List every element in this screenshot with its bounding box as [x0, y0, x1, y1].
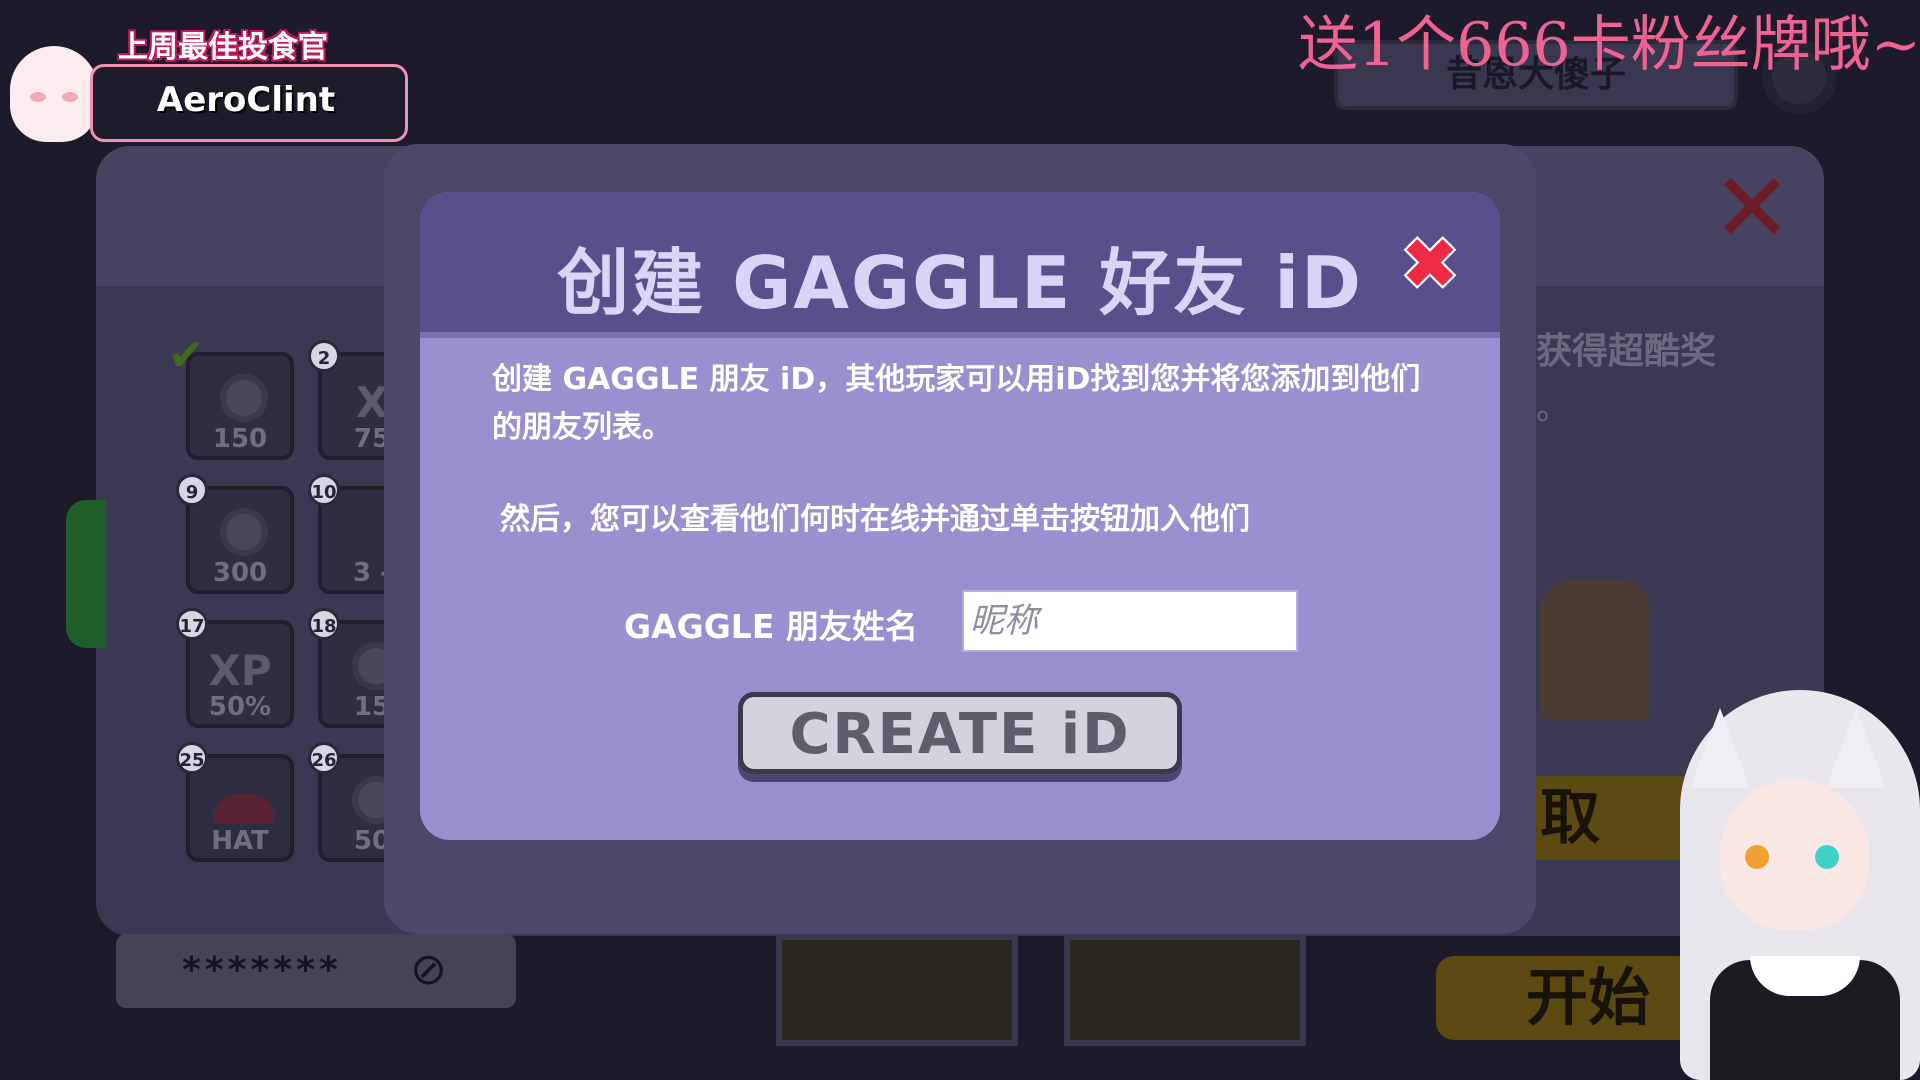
- avatar-ear: [1826, 708, 1886, 788]
- avatar-face: [1720, 780, 1870, 930]
- mascot-blush: [30, 92, 46, 102]
- avatar-eye: [1815, 845, 1839, 869]
- level-badge: 17: [176, 608, 208, 640]
- character-thumbnail[interactable]: [776, 934, 1018, 1046]
- badge-name: AeroClint: [156, 80, 336, 120]
- dialog-description: 创建 GAGGLE 朋友 iD，其他玩家可以用iD找到您并将您添加到他们的朋友列…: [492, 362, 1421, 445]
- level-badge: 10: [308, 474, 340, 506]
- xp-icon: XP: [208, 646, 272, 695]
- reward-value: 300: [212, 558, 268, 588]
- reward-value: 150: [212, 424, 268, 454]
- avatar-eye: [1745, 845, 1769, 869]
- mascot-blush: [62, 92, 78, 102]
- reward-value: 50%: [208, 692, 272, 722]
- create-id-button[interactable]: CREATE iD: [738, 692, 1182, 774]
- start-button[interactable]: 开始: [1436, 956, 1696, 1040]
- stream-caption: 送1个666卡粉丝牌哦~: [1298, 10, 1920, 80]
- close-icon[interactable]: ✖: [1398, 229, 1462, 299]
- reward-tile[interactable]: 150: [186, 352, 294, 460]
- badge-title: 上周最佳投食官: [118, 30, 328, 65]
- reward-text: 获得超酷奖: [1536, 331, 1717, 372]
- level-badge: 26: [308, 742, 340, 774]
- background-close-icon[interactable]: ✕: [1712, 160, 1792, 256]
- level-badge: 25: [176, 742, 208, 774]
- level-badge: 9: [176, 474, 208, 506]
- mascot-avatar: [10, 46, 98, 142]
- eye-off-icon[interactable]: ⊘: [410, 944, 480, 995]
- level-badge: 18: [308, 608, 340, 640]
- friend-name-label: GAGGLE 朋友姓名: [624, 607, 918, 646]
- reward-value: HAT: [211, 826, 269, 856]
- coin-icon: [220, 374, 268, 422]
- avatar-ear: [1690, 708, 1750, 788]
- divider: [420, 332, 1500, 338]
- reward-text-dot: 。: [1536, 388, 1570, 428]
- dialog-description-secondary: 然后，您可以查看他们何时在线并通过单击按钮加入他们: [500, 502, 1250, 537]
- level-badge: 2: [308, 340, 340, 372]
- dialog-title: 创建 GAGGLE 好友 iD: [557, 241, 1363, 325]
- character-thumbnail[interactable]: [1064, 934, 1306, 1046]
- create-id-dialog: 创建 GAGGLE 好友 iD ✖ 创建 GAGGLE 朋友 iD，其他玩家可以…: [420, 192, 1500, 840]
- hat-icon: [214, 794, 274, 824]
- coin-stack-icon: [220, 508, 268, 556]
- chest-icon: [1540, 580, 1650, 720]
- take-button[interactable]: 取: [1526, 776, 1706, 860]
- side-tab[interactable]: [66, 500, 106, 648]
- friend-name-input[interactable]: [962, 590, 1298, 652]
